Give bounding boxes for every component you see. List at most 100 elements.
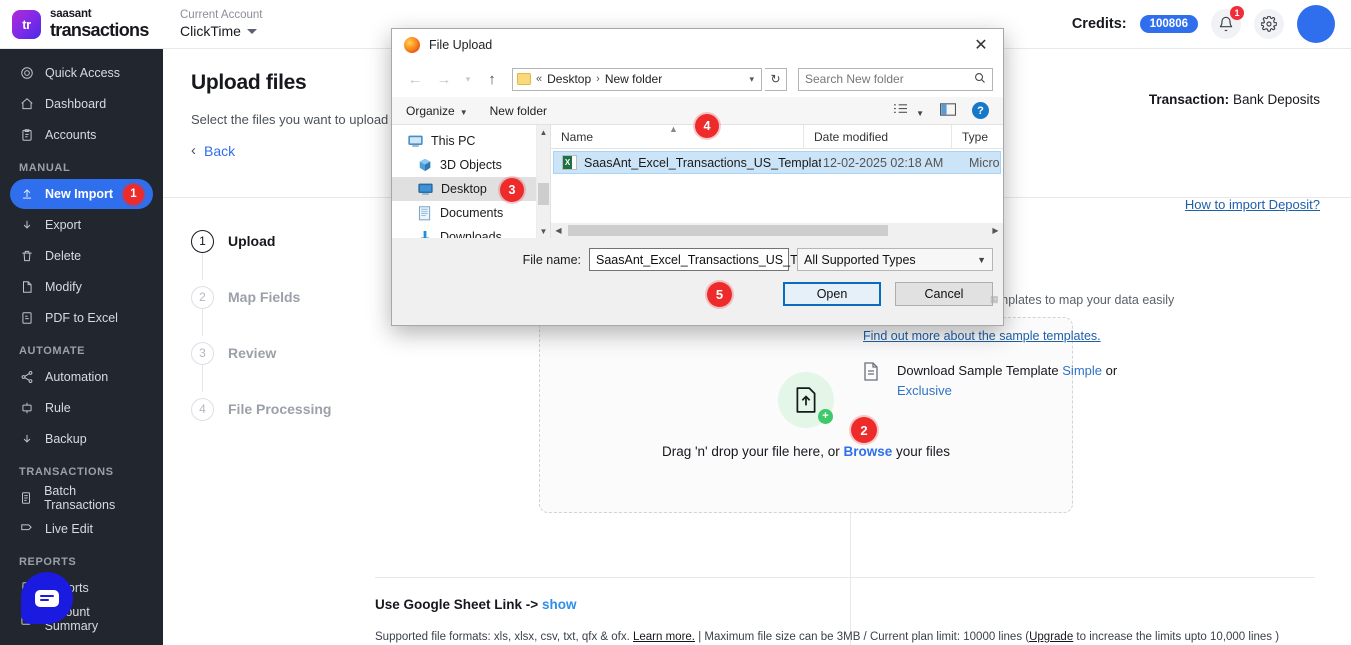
tree-item-desktop[interactable]: Desktop 3: [392, 177, 536, 202]
sidebar-item-label: Export: [45, 218, 82, 232]
current-account-selector[interactable]: Current Account ClickTime: [180, 9, 262, 39]
chevron-down-icon[interactable]: [246, 28, 257, 34]
column-header-date-modified[interactable]: Date modified: [804, 124, 952, 149]
annotation-badge-4-wrap: 4: [695, 113, 719, 138]
sidebar-item-new-import[interactable]: New Import 1: [10, 179, 153, 209]
sidebar-item-accounts[interactable]: Accounts: [10, 120, 153, 150]
cube-icon: [419, 158, 431, 172]
step-file-processing[interactable]: 4 File Processing: [191, 395, 391, 423]
back-arrow-icon[interactable]: ←: [402, 66, 428, 92]
breadcrumb[interactable]: « Desktop › New folder ▾: [512, 67, 762, 91]
sidebar-item-label: Batch Transactions: [44, 484, 116, 512]
scroll-left-icon[interactable]: ◀: [551, 226, 566, 235]
tree-item-3d-objects[interactable]: 3D Objects: [392, 153, 536, 177]
download-template-row: Download Sample Template Simple or Exclu…: [863, 361, 1283, 401]
view-options-button[interactable]: ▼: [893, 103, 924, 119]
sidebar-item-label: Live Edit: [45, 522, 93, 536]
refresh-icon[interactable]: ↻: [765, 67, 787, 91]
browse-link[interactable]: Browse: [843, 444, 892, 459]
resize-grip-icon[interactable]: ▦: [990, 294, 1000, 304]
organize-menu[interactable]: Organize ▼: [406, 104, 468, 118]
google-sheet-show-link[interactable]: show: [542, 597, 577, 612]
step-review[interactable]: 3 Review: [191, 339, 391, 392]
scroll-down-icon[interactable]: ▼: [537, 224, 550, 238]
breadcrumb-item-new-folder[interactable]: New folder: [605, 72, 662, 86]
sidebar-item-dashboard[interactable]: Dashboard: [10, 89, 153, 119]
upgrade-link[interactable]: Upgrade: [1029, 631, 1073, 643]
scrollbar-thumb[interactable]: [568, 225, 888, 236]
chat-icon: [35, 589, 59, 607]
find-out-more-link[interactable]: Find out more about the sample templates…: [863, 329, 1101, 343]
file-type-select[interactable]: All Supported Types ▼: [797, 248, 993, 271]
step-upload[interactable]: 1 Upload: [191, 227, 391, 280]
table-row[interactable]: SaasAnt_Excel_Transactions_US_Template..…: [553, 151, 1001, 174]
how-to-import-link[interactable]: How to import Deposit?: [1185, 197, 1320, 212]
download-icon: [19, 218, 34, 232]
sidebar-item-live-edit[interactable]: Live Edit: [10, 514, 153, 544]
dropzone-text-before: Drag 'n' drop your file here, or: [661, 443, 840, 459]
scroll-right-icon[interactable]: ▶: [988, 226, 1003, 235]
recent-locations-chevron-icon[interactable]: ▾: [460, 74, 476, 85]
exclusive-template-link[interactable]: Exclusive: [897, 383, 952, 398]
file-type-value: All Supported Types: [804, 252, 916, 267]
sidebar-item-label: Dashboard: [45, 97, 107, 111]
simple-template-link[interactable]: Simple: [1062, 363, 1102, 378]
sidebar-item-automation[interactable]: Automation: [10, 362, 153, 392]
sidebar-item-quick-access[interactable]: Quick Access: [10, 58, 153, 88]
document-icon: [19, 491, 33, 505]
avatar[interactable]: [1297, 5, 1335, 43]
sort-ascending-icon: ▲: [669, 123, 678, 134]
brand-logo-group[interactable]: tr saasant transactions: [0, 8, 163, 39]
tree-scrollbar[interactable]: ▲ ▼: [536, 125, 550, 238]
gear-icon: [1261, 16, 1277, 32]
scroll-up-icon[interactable]: ▲: [537, 125, 550, 139]
tree-item-this-pc[interactable]: This PC: [392, 129, 536, 153]
new-folder-button[interactable]: New folder: [490, 104, 547, 118]
sidebar-item-pdf-to-excel[interactable]: PDF to Excel: [10, 303, 153, 333]
open-button[interactable]: Open: [783, 282, 881, 306]
tree-item-label: Desktop: [441, 182, 487, 196]
chevron-down-icon[interactable]: ▼: [977, 255, 986, 265]
preview-pane-button[interactable]: [940, 102, 956, 119]
forward-arrow-icon[interactable]: →: [431, 66, 457, 92]
sidebar-item-backup[interactable]: Backup: [10, 424, 153, 454]
chevron-down-icon[interactable]: ▾: [749, 74, 757, 85]
notifications-button[interactable]: 1: [1211, 6, 1244, 39]
upload-file-icon: [796, 386, 816, 413]
sidebar-group-manual: MANUAL: [19, 162, 71, 174]
supported-formats-note: Supported file formats: xls, xlsx, csv, …: [375, 631, 1279, 643]
file-name-input[interactable]: SaasAnt_Excel_Transactions_US_Te ▼: [589, 248, 812, 271]
sidebar-item-batch-transactions[interactable]: Batch Transactions: [10, 483, 153, 513]
current-account-value-row: ClickTime: [180, 23, 262, 39]
sidebar-item-rule[interactable]: Rule: [10, 393, 153, 423]
step-map-fields[interactable]: 2 Map Fields: [191, 283, 391, 336]
transaction-type-header: Transaction: Bank Deposits: [1149, 92, 1320, 107]
settings-button[interactable]: [1254, 9, 1284, 39]
learn-more-link[interactable]: Learn more.: [633, 631, 695, 643]
column-header-type[interactable]: Type: [952, 125, 1003, 149]
sidebar-item-export[interactable]: Export: [10, 210, 153, 240]
desktop-icon: [418, 183, 433, 195]
annotation-badge-3: 3: [500, 178, 524, 202]
credits-label: Credits:: [1071, 16, 1127, 32]
search-input[interactable]: Search New folder: [798, 67, 993, 91]
column-header-name[interactable]: Name ▲ 4: [551, 113, 804, 149]
help-icon[interactable]: ?: [972, 102, 989, 119]
file-name-label: File name:: [522, 252, 581, 267]
scrollbar-track[interactable]: [566, 224, 988, 237]
tree-item-documents[interactable]: Documents: [392, 201, 536, 225]
file-list-horizontal-scrollbar[interactable]: ◀ ▶: [551, 223, 1003, 238]
sidebar-item-delete[interactable]: Delete: [10, 241, 153, 271]
monitor-icon: [408, 135, 423, 147]
column-header-label: Name: [561, 129, 594, 144]
close-icon[interactable]: ✕: [959, 29, 1003, 61]
chat-support-button[interactable]: [21, 572, 73, 624]
search-placeholder: Search New folder: [805, 72, 904, 86]
sidebar-item-modify[interactable]: Modify: [10, 272, 153, 302]
credits-value-badge: 100806: [1139, 15, 1198, 33]
up-arrow-icon[interactable]: ↑: [479, 66, 505, 92]
scrollbar-thumb[interactable]: [538, 183, 549, 205]
top-bar-actions: Credits: 100806 1: [1072, 5, 1351, 43]
cancel-button[interactable]: Cancel: [895, 282, 993, 306]
breadcrumb-item-desktop[interactable]: Desktop: [547, 72, 591, 86]
